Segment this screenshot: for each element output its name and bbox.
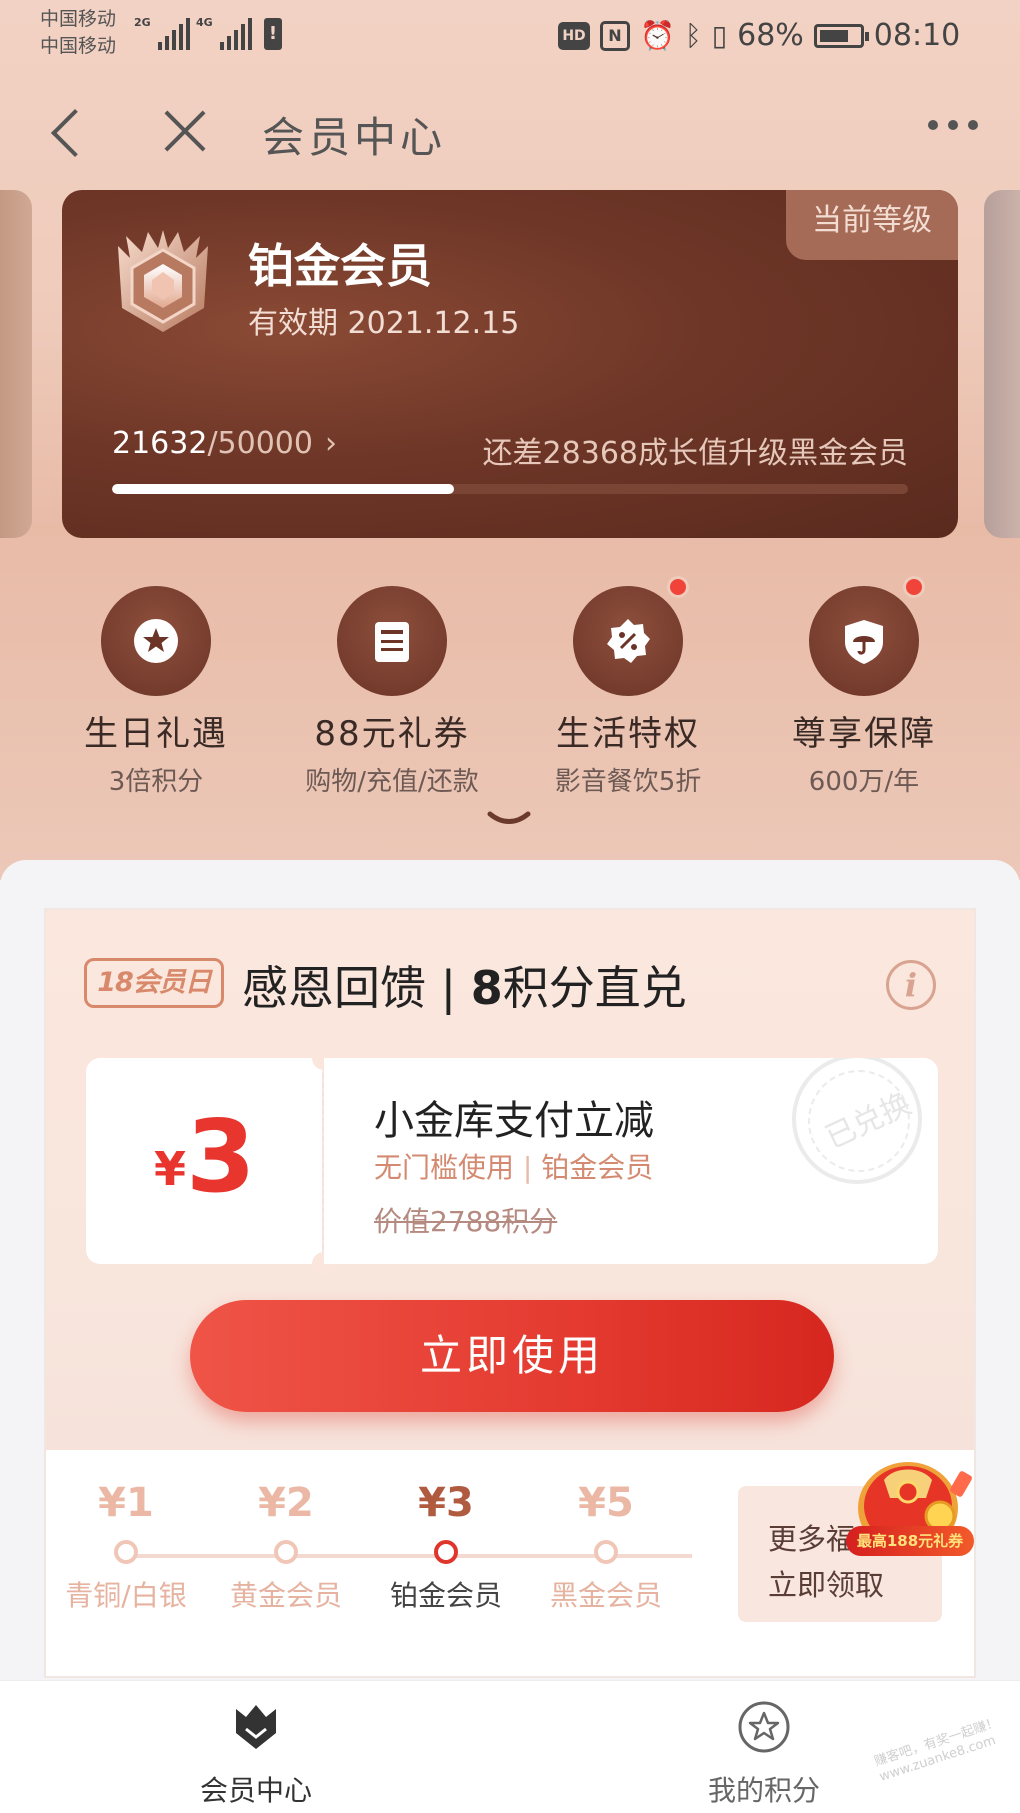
benefit-sub: 影音餐饮5折 <box>554 767 702 797</box>
current-level-tag: 当前等级 <box>786 190 958 260</box>
benefit-title: 尊享保障 <box>792 714 936 754</box>
battery-saver-icon: ! <box>264 18 282 50</box>
benefit-title: 88元礼券 <box>314 714 470 754</box>
chevron-right-icon: › <box>324 426 337 461</box>
gift-tag: 最高188元礼券 <box>846 1526 974 1556</box>
vibrate-icon: ▯ <box>711 18 728 52</box>
tier-selector: ¥1 青铜/白银 ¥2 黄金会员 ¥3 铂金会员 ¥5 黑金会员 <box>46 1480 746 1620</box>
total-points: /50000 <box>207 426 313 461</box>
level-title: 铂金会员 <box>248 239 432 293</box>
platinum-badge-icon <box>118 230 208 332</box>
chevron-down-icon[interactable] <box>486 808 532 832</box>
validity: 有效期 2021.12.15 <box>248 306 520 341</box>
growth-progress-link[interactable]: 21632/50000 › <box>112 426 337 461</box>
carrier-labels: 中国移动 中国移动 <box>40 6 116 60</box>
star-circle-icon <box>738 1701 790 1753</box>
benefit-coupon[interactable]: 88元礼券 购物/充值/还款 <box>272 586 512 798</box>
nav-bar: 会员中心 <box>0 90 1020 170</box>
battery-percent: 68% <box>737 18 804 53</box>
benefit-title: 生活特权 <box>556 714 700 754</box>
battery-icon <box>813 23 869 48</box>
tab-label: 会员中心 <box>199 1774 312 1807</box>
benefit-title: 生日礼遇 <box>84 714 228 754</box>
use-now-button[interactable]: 立即使用 <box>190 1300 834 1412</box>
status-icons: HD N ⏰ ᛒ ▯ 68% 08:10 <box>558 18 960 53</box>
more-line-2: 立即领取 <box>768 1568 885 1602</box>
info-icon[interactable]: i <box>886 960 936 1010</box>
coupon-card[interactable]: ¥3 已兑换 小金库支付立减 无门槛使用 | 铂金会员 价值2788积分 <box>86 1046 938 1276</box>
carrier-1: 中国移动 <box>40 8 117 30</box>
nfc-icon: N <box>600 20 630 51</box>
signal-icon-2: 4G <box>196 16 252 50</box>
current-points: 21632 <box>112 426 208 461</box>
next-level-card[interactable] <box>984 190 1020 538</box>
coupon-value: 价值2788积分 <box>374 1205 558 1238</box>
redeemed-stamp-icon: 已兑换 <box>792 1058 922 1184</box>
tier-platinum[interactable]: ¥3 铂金会员 <box>366 1480 526 1614</box>
tier-gold[interactable]: ¥2 黄金会员 <box>206 1480 366 1614</box>
back-chevron-icon[interactable] <box>42 102 92 162</box>
growth-progress-fill <box>112 484 455 494</box>
shield-umbrella-icon <box>845 620 883 664</box>
member-level-card[interactable]: 当前等级 铂金会员 有效期 2021.12.15 21632/50000 › 还差… <box>62 190 958 538</box>
coupon-title: 小金库支付立减 <box>374 1098 654 1144</box>
prev-level-card[interactable] <box>0 190 32 538</box>
notification-dot <box>903 576 925 598</box>
benefit-insurance[interactable]: 尊享保障 600万/年 <box>744 576 984 798</box>
signal-icon-1: 2G <box>134 16 190 50</box>
coupon-amount: ¥3 <box>154 1098 256 1215</box>
close-icon[interactable] <box>160 106 210 156</box>
bottom-tab-bar: 会员中心 我的积分 <box>0 1680 1020 1813</box>
coupon-desc: 无门槛使用 | 铂金会员 <box>374 1151 654 1184</box>
hd-icon: HD <box>558 21 590 50</box>
star-icon <box>134 619 178 663</box>
member-day-logo: 18会员日 <box>84 958 224 1008</box>
upgrade-hint: 还差28368成长值升级黑金会员 <box>482 436 908 471</box>
coupon-icon <box>375 622 409 662</box>
benefit-sub: 购物/充值/还款 <box>305 767 479 797</box>
carrier-2: 中国移动 <box>40 35 117 57</box>
coupon-detail-section: 已兑换 小金库支付立减 无门槛使用 | 铂金会员 价值2788积分 <box>324 1058 938 1264</box>
promo-title: 感恩回馈 | 8积分直兑 <box>242 961 687 1015</box>
tier-bronze-silver[interactable]: ¥1 青铜/白银 <box>46 1480 206 1614</box>
tab-label: 我的积分 <box>707 1774 820 1807</box>
tab-my-points[interactable]: 我的积分 <box>614 1681 914 1813</box>
tab-member-center[interactable]: 会员中心 <box>106 1681 406 1813</box>
tier-black-gold[interactable]: ¥5 黑金会员 <box>526 1480 686 1614</box>
growth-progress-bar <box>112 484 908 494</box>
bluetooth-icon: ᛒ <box>684 18 702 52</box>
page-title: 会员中心 <box>262 113 447 162</box>
coupon-amount-section: ¥3 <box>86 1058 322 1264</box>
alarm-icon: ⏰ <box>640 18 675 52</box>
status-bar: 中国移动 中国移动 2G 4G ! HD N ⏰ ᛒ ▯ 68% 08:10 <box>0 0 1020 72</box>
benefit-birthday[interactable]: 生日礼遇 3倍积分 <box>36 586 276 798</box>
notification-dot <box>667 576 689 598</box>
benefit-sub: 3倍积分 <box>108 767 204 797</box>
crown-shield-icon <box>236 1705 276 1749</box>
more-line-1: 更多福 <box>768 1522 856 1556</box>
benefits-row: 生日礼遇 3倍积分 88元礼券 购物/充值/还款 生活特权 影音餐饮5折 尊享保… <box>0 576 1020 797</box>
benefit-life[interactable]: 生活特权 影音餐饮5折 <box>508 576 748 798</box>
more-dots-icon[interactable] <box>928 120 978 130</box>
clock: 08:10 <box>873 18 961 53</box>
benefit-sub: 600万/年 <box>808 767 920 797</box>
discount-icon <box>607 619 650 663</box>
